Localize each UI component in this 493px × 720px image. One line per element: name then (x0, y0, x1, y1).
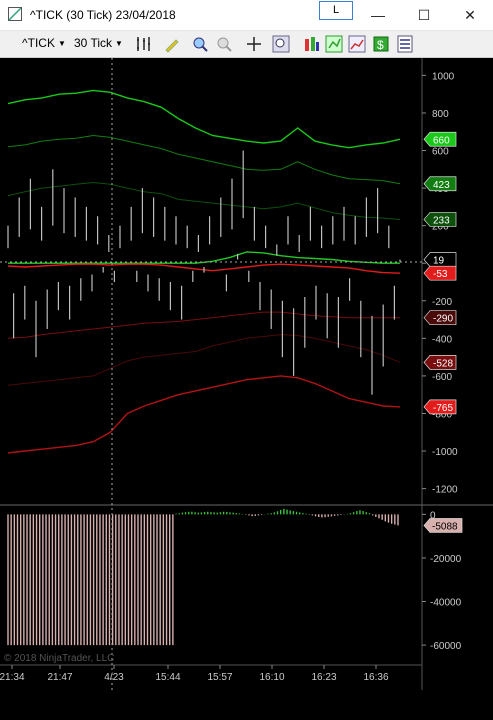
price-axis-label: 800 (432, 109, 449, 120)
indicators-icon[interactable] (303, 35, 321, 53)
drawing-tool-icon[interactable] (163, 35, 181, 53)
link-button[interactable]: L (319, 1, 353, 20)
price-axis-label: -600 (432, 372, 452, 383)
time-axis-label: 21:47 (47, 672, 72, 683)
svg-text:$: $ (377, 38, 384, 52)
magnifier-icon[interactable] (272, 35, 290, 53)
indicator-last-value-marker: -5088 (423, 518, 463, 533)
close-button[interactable]: ✕ (447, 0, 493, 30)
time-axis-label: 16:10 (259, 672, 284, 683)
time-axis-label: 16:36 (363, 672, 388, 683)
price-axis-label: -400 (432, 334, 452, 345)
zoom-out-icon[interactable] (215, 35, 233, 53)
indicator-axis-label: -20000 (430, 554, 462, 565)
strategies-icon[interactable] (325, 35, 343, 53)
last-value-marker: -528 (423, 355, 457, 370)
price-axis-label: 600 (432, 147, 449, 158)
indicator-axis-label: -60000 (430, 641, 462, 652)
chart-trader-icon[interactable] (348, 35, 366, 53)
indicator-axis-label: -40000 (430, 598, 462, 609)
bar-style-icon[interactable] (135, 35, 153, 53)
interval-label: 30 Tick (74, 36, 113, 50)
dollar-icon[interactable]: $ (372, 35, 390, 53)
watermark: © 2018 NinjaTrader, LLC (4, 653, 114, 664)
instrument-selector[interactable]: ^TICK ▼ (22, 36, 66, 50)
last-value-marker: -290 (423, 310, 457, 326)
crosshair-icon[interactable] (245, 35, 263, 53)
time-axis-label: 15:44 (155, 672, 180, 683)
last-value-marker: 660 (423, 131, 457, 147)
last-value-marker: -765 (423, 399, 457, 415)
maximize-button[interactable]: ☐ (401, 0, 447, 30)
last-value-label: -53 (433, 269, 448, 280)
chart-app-icon (8, 7, 22, 21)
instrument-label: ^TICK (22, 36, 55, 50)
time-axis-label: 16:23 (311, 672, 336, 683)
time-axis-label: 15:57 (207, 672, 232, 683)
price-axis-label: 1000 (432, 71, 455, 82)
window-title: ^TICK (30 Tick) 23/04/2018 (30, 8, 176, 22)
time-axis-label: 21:34 (0, 672, 25, 683)
last-value-marker: 423 (423, 176, 457, 192)
last-value-label: -765 (433, 403, 453, 414)
interval-selector[interactable]: 30 Tick ▼ (74, 36, 123, 50)
minimize-button[interactable]: — (355, 0, 401, 30)
price-axis-label: -200 (432, 297, 452, 308)
chart-toolbar: ^TICK ▼ 30 Tick ▼ $ (0, 31, 493, 58)
title-bar: ^TICK (30 Tick) 23/04/2018 L — ☐ ✕ (0, 0, 493, 31)
last-value-label: 19 (433, 256, 445, 267)
indicator-last-value-label: -5088 (432, 521, 458, 532)
price-axis-label: -1200 (432, 485, 458, 496)
last-value-marker: -53 (423, 265, 457, 281)
properties-icon[interactable] (396, 35, 414, 53)
chevron-down-icon: ▼ (115, 39, 123, 48)
last-value-label: 423 (433, 180, 450, 191)
last-value-marker: 233 (423, 212, 457, 227)
time-axis-label: 4/23 (104, 672, 124, 683)
last-value-label: -528 (433, 358, 453, 369)
chart-canvas[interactable]: 10008006004002000-200-400-600-800-1000-1… (0, 58, 493, 720)
last-value-label: 233 (433, 215, 450, 226)
price-axis-label: -1000 (432, 447, 458, 458)
zoom-in-icon[interactable] (191, 35, 209, 53)
chevron-down-icon: ▼ (57, 39, 66, 48)
last-value-label: -290 (433, 314, 453, 325)
last-value-marker: 19 (423, 252, 457, 267)
last-value-label: 660 (433, 135, 450, 146)
